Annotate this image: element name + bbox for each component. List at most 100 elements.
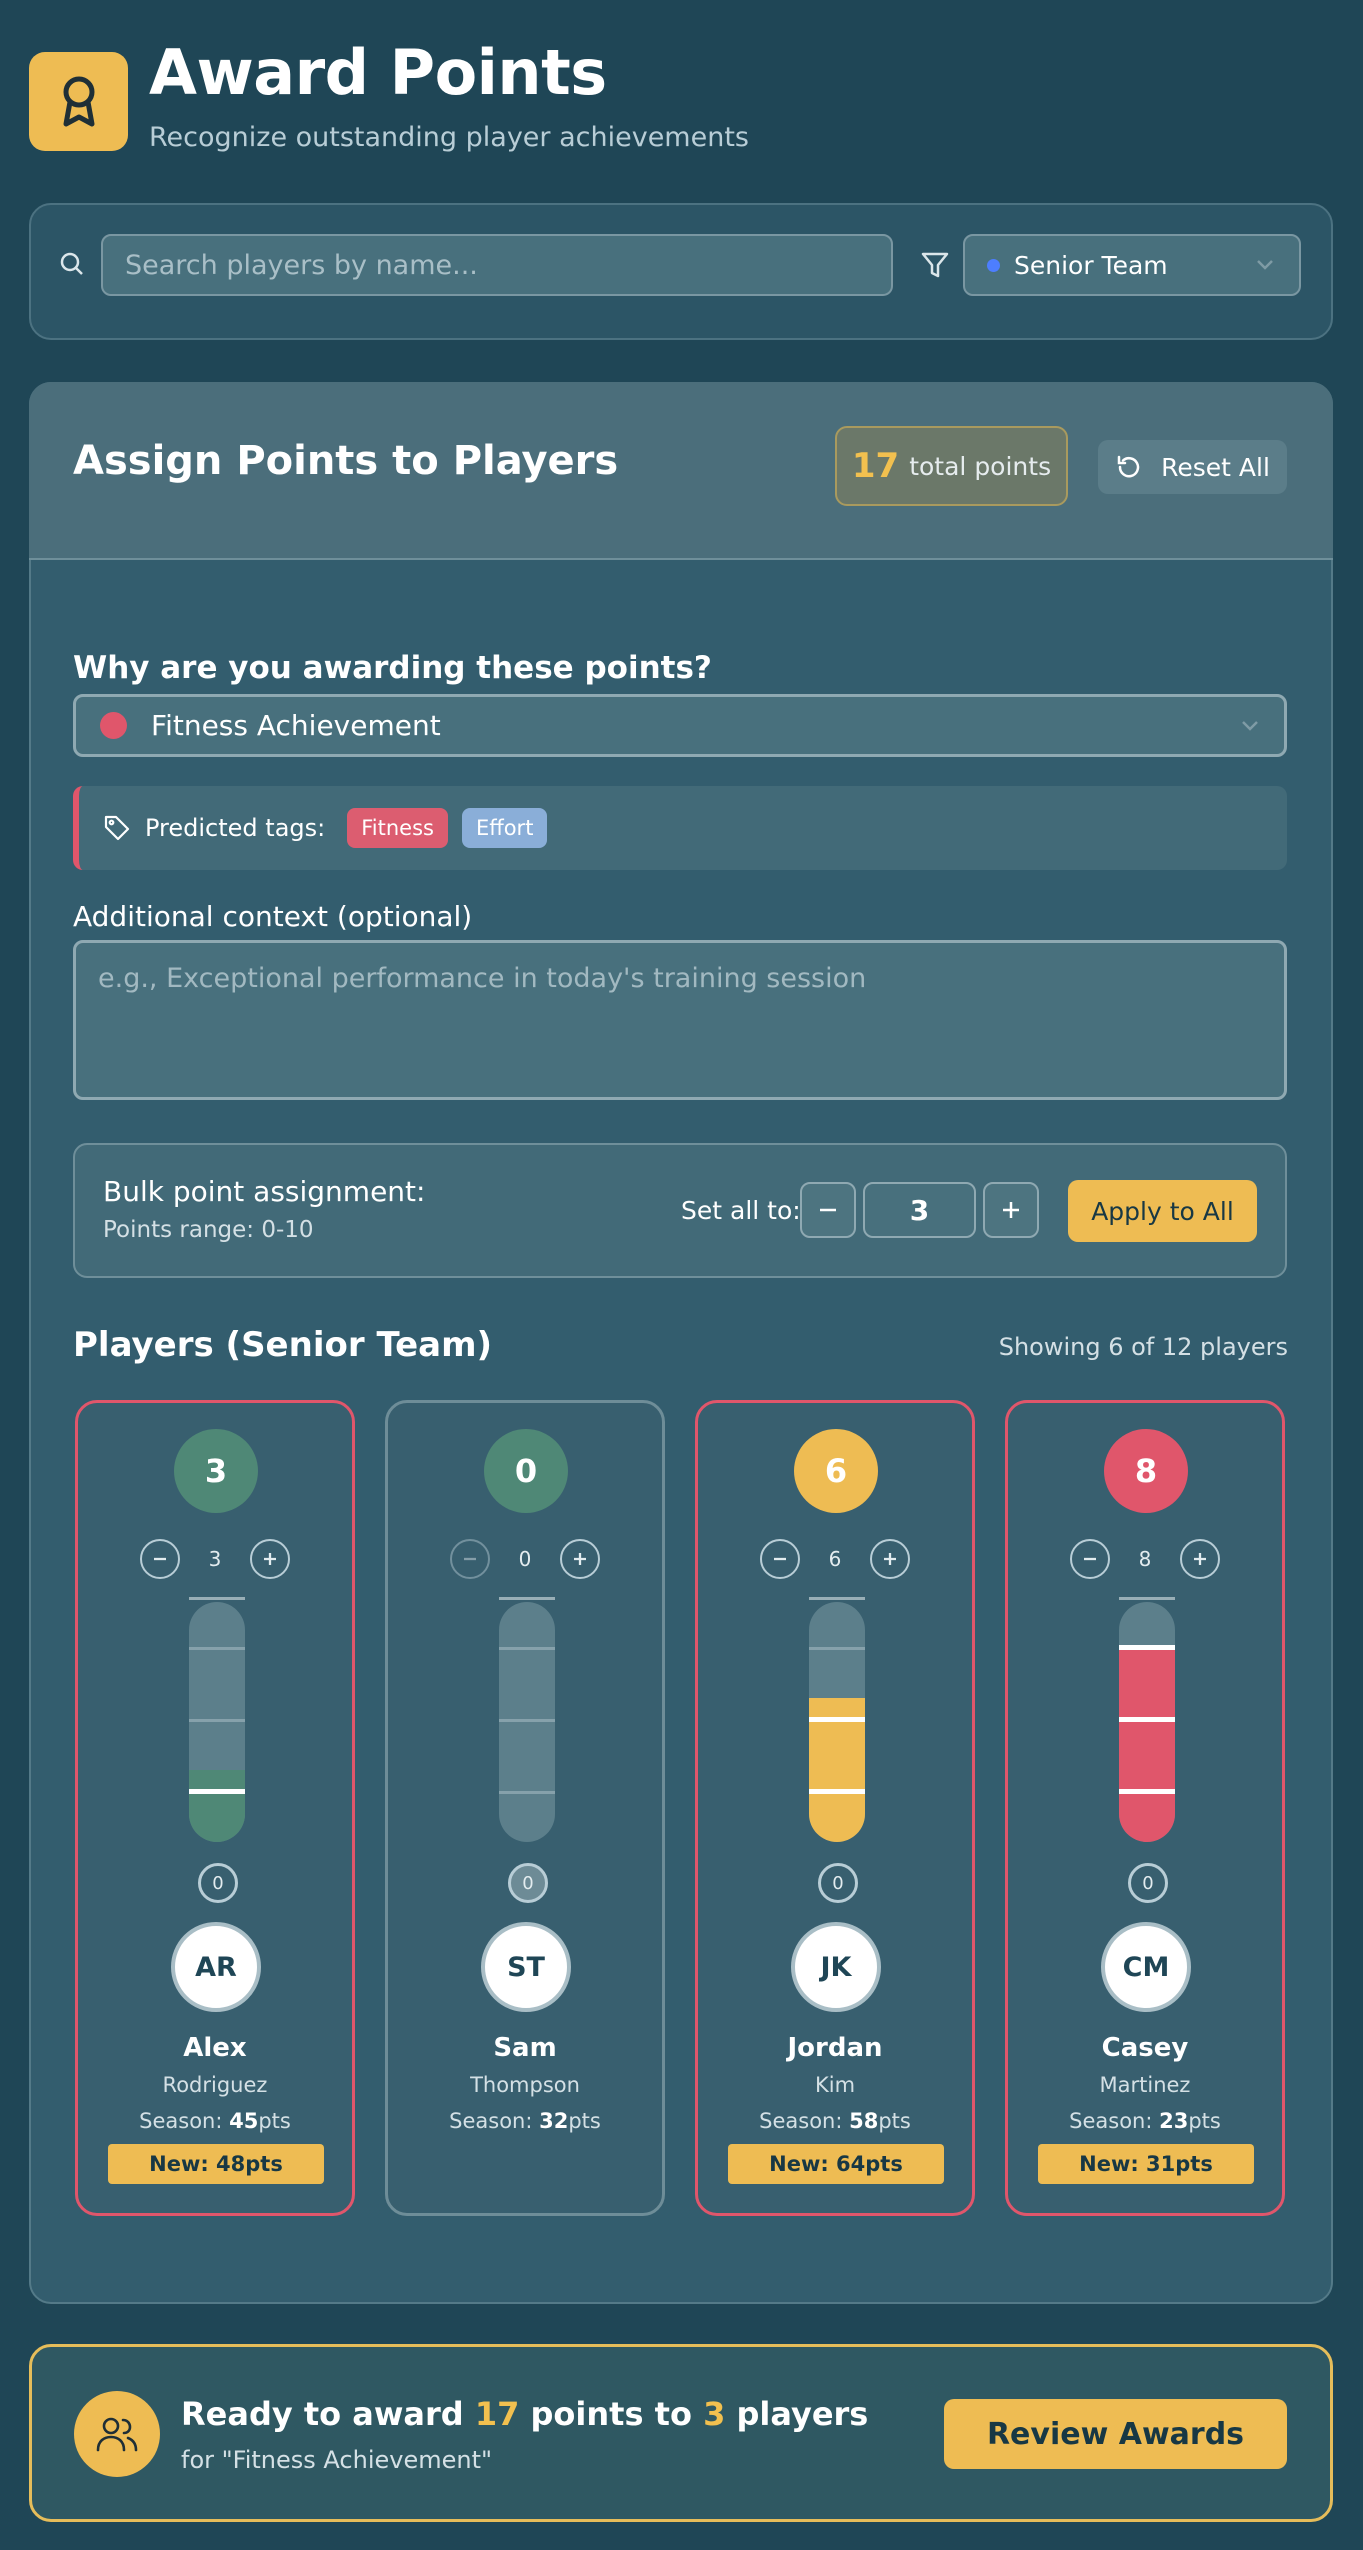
- season-value: 45: [229, 2109, 259, 2133]
- player-point-stepper: 8: [1008, 1539, 1282, 1579]
- points-slider[interactable]: [189, 1602, 245, 1842]
- player-first-name: Jordan: [787, 2033, 883, 2063]
- player-decrement-button[interactable]: [760, 1539, 800, 1579]
- reset-all-button[interactable]: Reset All: [1098, 440, 1287, 494]
- player-last-name: Kim: [814, 2073, 856, 2097]
- minus-icon: [1084, 1557, 1096, 1561]
- player-decrement-button[interactable]: [1070, 1539, 1110, 1579]
- tag-fitness[interactable]: Fitness: [347, 808, 448, 848]
- tag-effort[interactable]: Effort: [461, 808, 548, 848]
- slider-tick: [189, 1719, 245, 1722]
- plus-icon: [264, 1553, 276, 1565]
- slider-top-cap: [1119, 1597, 1175, 1600]
- slider-zero-handle[interactable]: 0: [198, 1863, 238, 1903]
- slider-top-cap: [189, 1597, 245, 1600]
- slider-tick: [809, 1789, 865, 1794]
- player-increment-button[interactable]: [250, 1539, 290, 1579]
- avatar: ST: [481, 1922, 571, 2012]
- player-season-points: Season: 45pts: [78, 2109, 352, 2133]
- season-value: 32: [539, 2109, 569, 2133]
- bulk-title: Bulk point assignment:: [103, 1175, 426, 1208]
- summary-middle: points to: [519, 2395, 704, 2433]
- total-points-badge: 17 total points: [835, 426, 1068, 506]
- users-icon: [96, 2417, 138, 2452]
- slider-tick: [189, 1647, 245, 1650]
- player-points-value: 6: [828, 1547, 842, 1571]
- bulk-decrement-button[interactable]: [800, 1182, 856, 1238]
- player-increment-button[interactable]: [870, 1539, 910, 1579]
- player-season-points: Season: 23pts: [1008, 2109, 1282, 2133]
- slider-tick: [809, 1717, 865, 1722]
- player-card[interactable]: 0 0 0 ST Sam Thompson Season: 32pts: [385, 1400, 665, 2216]
- reset-all-label: Reset All: [1161, 452, 1270, 482]
- player-card[interactable]: 3 3 0 AR Alex Rodriguez Season: 45pts New: 48pt…: [75, 1400, 355, 2216]
- season-value: 58: [849, 2109, 879, 2133]
- bulk-value-input[interactable]: [863, 1182, 976, 1238]
- slider-tick: [1119, 1789, 1175, 1794]
- season-label: Season:: [759, 2109, 850, 2133]
- player-first-name: Sam: [493, 2033, 557, 2063]
- player-points-value: 8: [1138, 1547, 1152, 1571]
- filter-icon[interactable]: [920, 250, 950, 280]
- reason-select-value: Fitness Achievement: [151, 709, 441, 742]
- award-ribbon-icon: [63, 76, 94, 126]
- slider-fill: [189, 1770, 245, 1842]
- reason-color-dot: [100, 712, 127, 739]
- summary-prefix: Ready to award: [181, 2395, 475, 2433]
- summary-points: 17: [474, 2395, 520, 2433]
- chevron-down-icon: [1257, 260, 1273, 270]
- minus-icon: [774, 1557, 786, 1561]
- minus-icon: [464, 1557, 476, 1561]
- avatar: JK: [791, 1922, 881, 2012]
- context-textarea[interactable]: [73, 940, 1287, 1100]
- player-increment-button[interactable]: [1180, 1539, 1220, 1579]
- users-icon-badge: [74, 2391, 160, 2477]
- bulk-increment-button[interactable]: [983, 1182, 1039, 1238]
- season-unit: pts: [258, 2109, 291, 2133]
- season-unit: pts: [1188, 2109, 1221, 2133]
- avatar: CM: [1101, 1922, 1191, 2012]
- player-card[interactable]: 8 8 0 CM Casey Martinez Season: 23pts New: 31pt…: [1005, 1400, 1285, 2216]
- team-select[interactable]: Senior Team: [963, 234, 1301, 296]
- player-last-name: Thompson: [470, 2073, 580, 2097]
- player-decrement-button[interactable]: [140, 1539, 180, 1579]
- award-summary-text: Ready to award 17 points to 3 players: [181, 2395, 868, 2433]
- reset-icon: [1117, 455, 1140, 478]
- apply-to-all-button[interactable]: Apply to All: [1068, 1180, 1257, 1242]
- points-slider[interactable]: [809, 1602, 865, 1842]
- search-input[interactable]: [101, 234, 893, 296]
- slider-zero-handle[interactable]: 0: [508, 1863, 548, 1903]
- minus-icon: [820, 1208, 836, 1212]
- player-point-stepper: 6: [698, 1539, 972, 1579]
- slider-tick: [189, 1789, 245, 1794]
- slider-zero-handle[interactable]: 0: [1128, 1863, 1168, 1903]
- award-summary-reason: for "Fitness Achievement": [181, 2446, 493, 2474]
- set-all-label: Set all to:: [681, 1196, 801, 1225]
- season-unit: pts: [568, 2109, 601, 2133]
- player-decrement-button[interactable]: [450, 1539, 490, 1579]
- slider-tick: [499, 1791, 555, 1794]
- slider-tick: [809, 1647, 865, 1650]
- player-points-value: 0: [518, 1547, 532, 1571]
- player-card[interactable]: 6 6 0 JK Jordan Kim Season: 58pts New: 64pts: [695, 1400, 975, 2216]
- season-unit: pts: [878, 2109, 911, 2133]
- total-points-label: total points: [909, 451, 1052, 481]
- player-season-points: Season: 32pts: [388, 2109, 662, 2133]
- player-points-bubble: 6: [794, 1429, 878, 1513]
- points-slider[interactable]: [499, 1602, 555, 1842]
- slider-top-cap: [499, 1597, 555, 1600]
- slider-zero-handle[interactable]: 0: [818, 1863, 858, 1903]
- predicted-tags-label: Predicted tags:: [145, 814, 326, 842]
- review-awards-button[interactable]: Review Awards: [944, 2399, 1287, 2469]
- players-count: Showing 6 of 12 players: [998, 1333, 1288, 1361]
- player-points-bubble: 0: [484, 1429, 568, 1513]
- season-label: Season:: [449, 2109, 540, 2133]
- player-new-total-badge: New: 31pts: [1038, 2144, 1254, 2184]
- player-increment-button[interactable]: [560, 1539, 600, 1579]
- tag-icon: [104, 815, 130, 841]
- points-slider[interactable]: [1119, 1602, 1175, 1842]
- bulk-range: Points range: 0-10: [103, 1217, 314, 1243]
- plus-icon: [1003, 1202, 1019, 1218]
- player-last-name: Rodriguez: [162, 2073, 268, 2097]
- reason-select[interactable]: Fitness Achievement: [73, 694, 1287, 757]
